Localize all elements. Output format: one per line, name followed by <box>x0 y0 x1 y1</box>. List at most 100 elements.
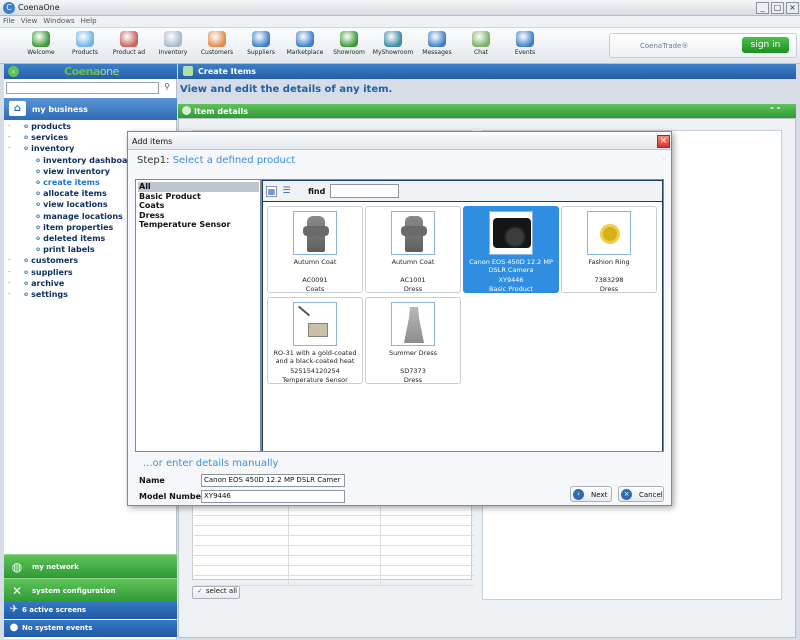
sidebar-search-input[interactable] <box>6 82 159 94</box>
table-row[interactable] <box>194 516 474 526</box>
grid-view-icon[interactable]: ▦ <box>266 186 277 197</box>
my-business-header[interactable]: ⌂ my business <box>4 98 177 120</box>
toolbar-marketplace-button[interactable]: Marketplace <box>282 31 328 56</box>
table-row[interactable] <box>194 536 474 546</box>
close-button[interactable]: × <box>786 2 799 14</box>
sign-in-button[interactable]: sign in <box>742 37 789 53</box>
toolbar-welcome-button[interactable]: Welcome <box>18 31 64 56</box>
sidebar-item-suppliers[interactable]: suppliers <box>24 268 73 277</box>
sidebar-item-item-properties[interactable]: item properties <box>36 223 113 232</box>
coenatrade-panel: CoenaTrade® sign in <box>609 33 797 58</box>
page-subtitle: View and edit the details of any item. <box>180 84 393 95</box>
product-code: 7383298 <box>594 276 624 284</box>
toolbar-myshowroom-button[interactable]: MyShowroom <box>370 31 416 56</box>
model-number-field[interactable]: XY9446 <box>201 490 345 503</box>
sidebar-item-view-inventory[interactable]: view inventory <box>36 167 110 176</box>
product-card[interactable]: Autumn Coat AC0091 Coats <box>267 206 363 293</box>
product-card[interactable]: Summer Dress SD7373 Dress <box>365 297 461 384</box>
product-card[interactable]: Autumn Coat AC1001 Dress <box>365 206 461 293</box>
next-button[interactable]: › Next <box>570 486 612 502</box>
sidebar-item-services[interactable]: services <box>24 133 68 142</box>
tree-connector: - <box>8 144 11 153</box>
item-details-bar[interactable]: Item details ⌃⌃ <box>178 104 796 118</box>
sidebar-item-settings[interactable]: settings <box>24 290 68 299</box>
table-row[interactable] <box>194 526 474 536</box>
toolbar-label: Welcome <box>27 49 55 56</box>
sidebar-item-inventory-dashboard[interactable]: inventory dashboard <box>36 156 137 165</box>
toolbar-product-ad-button[interactable]: Product ad <box>106 31 152 56</box>
table-row[interactable] <box>194 556 474 566</box>
toolbar-label: Chat <box>473 49 489 56</box>
sidebar-item-products[interactable]: products <box>24 122 71 131</box>
maximize-button[interactable]: □ <box>771 2 784 14</box>
toolbar-suppliers-button[interactable]: Suppliers <box>238 31 284 56</box>
table-row[interactable] <box>194 576 474 586</box>
sidebar-item-allocate-items[interactable]: allocate items <box>36 189 107 198</box>
system-events-bar[interactable]: ● No system events <box>4 620 177 637</box>
table-column-divider <box>380 506 381 586</box>
back-icon[interactable]: ‹ <box>8 66 19 77</box>
category-list: All Basic Product Coats Dress Temperature Se… <box>135 179 261 452</box>
product-card[interactable]: Fashion Ring 7383298 Dress <box>561 206 657 293</box>
name-field[interactable]: Canon EOS 450D 12.2 MP DSLR Camer <box>201 474 345 487</box>
cancel-button[interactable]: × Cancel <box>618 486 664 502</box>
category-item-dress[interactable]: Dress <box>138 211 259 221</box>
cancel-icon: × <box>621 489 632 500</box>
messages-icon <box>428 31 446 47</box>
toolbar-label: Customers <box>200 49 234 56</box>
toolbar-label: Events <box>514 49 536 56</box>
step-number: Step1: <box>137 155 170 166</box>
search-icon[interactable]: ⚲ <box>161 82 173 94</box>
toolbar-showroom-button[interactable]: Showroom <box>326 31 372 56</box>
toolbar-products-button[interactable]: Products <box>62 31 108 56</box>
sidebar-item-customers[interactable]: customers <box>24 256 78 265</box>
product-ring-image <box>587 211 631 255</box>
active-screens-bar[interactable]: ✈ 6 active screens <box>4 602 177 619</box>
menu-windows[interactable]: Windows <box>40 16 77 26</box>
main-header: Create Items <box>178 64 796 79</box>
table-row[interactable] <box>194 566 474 576</box>
toolbar-events-button[interactable]: Events <box>502 31 548 56</box>
dialog-close-button[interactable]: × <box>657 135 670 148</box>
system-configuration-button[interactable]: ✕ system configuration <box>4 578 177 602</box>
select-all-button[interactable]: ✓ select all <box>192 586 240 599</box>
toolbar-inventory-button[interactable]: Inventory <box>150 31 196 56</box>
sidebar-item-print-labels[interactable]: print labels <box>36 245 95 254</box>
menu-help[interactable]: Help <box>78 16 100 26</box>
category-item-temperature-sensor[interactable]: Temperature Sensor <box>138 220 259 230</box>
category-item-basic-product[interactable]: Basic Product <box>138 192 259 202</box>
table-row[interactable] <box>194 506 474 516</box>
tree-connector: - <box>8 267 11 276</box>
category-item-coats[interactable]: Coats <box>138 201 259 211</box>
collapse-icon[interactable]: ⌃⌃ <box>769 106 782 115</box>
events-icon <box>516 31 534 47</box>
menu-view[interactable]: View <box>18 16 41 26</box>
find-input[interactable] <box>330 184 399 198</box>
toolbar-chat-button[interactable]: Chat <box>458 31 504 56</box>
model-number-label: Model Number <box>139 492 205 501</box>
toolbar-messages-button[interactable]: Messages <box>414 31 460 56</box>
name-label: Name <box>139 476 165 485</box>
list-view-icon[interactable]: ☰ <box>281 186 292 197</box>
sidebar-item-inventory[interactable]: inventory <box>24 144 74 153</box>
toolbar-label: MyShowroom <box>372 49 414 56</box>
category-item-all[interactable]: All <box>138 182 259 192</box>
product-category: Dress <box>403 285 423 293</box>
product-card[interactable]: Canon EOS 450D 12.2 MP DSLR Camera XY9446… <box>463 206 559 293</box>
toolbar-customers-button[interactable]: Customers <box>194 31 240 56</box>
customers-icon <box>208 31 226 47</box>
welcome-icon <box>32 31 50 47</box>
sidebar-item-deleted-items[interactable]: deleted items <box>36 234 105 243</box>
sidebar-item-manage-locations[interactable]: manage locations <box>36 212 123 221</box>
window-title: CoenaOne <box>18 3 60 12</box>
my-network-label: my network <box>32 563 79 571</box>
sidebar-item-view-locations[interactable]: view locations <box>36 200 107 209</box>
menu-file[interactable]: File <box>0 16 18 26</box>
minimize-button[interactable]: _ <box>756 2 769 14</box>
step-text: Select a defined product <box>172 155 296 166</box>
my-network-button[interactable]: ◍ my network <box>4 554 177 578</box>
product-card[interactable]: RO-31 with a gold-coated and a black-coa… <box>267 297 363 384</box>
sidebar-item-archive[interactable]: archive <box>24 279 64 288</box>
sidebar-item-create-items[interactable]: create items <box>36 178 100 187</box>
table-row[interactable] <box>194 546 474 556</box>
